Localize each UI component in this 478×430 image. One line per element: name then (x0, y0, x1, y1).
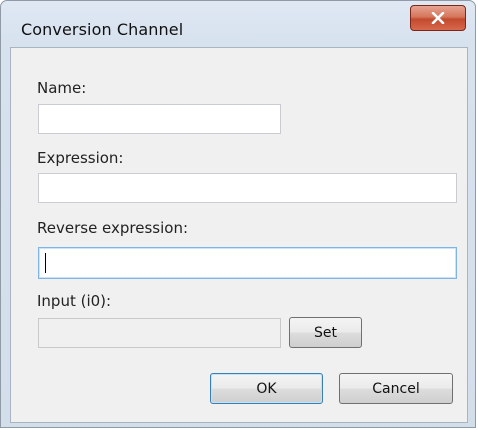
name-input[interactable] (38, 104, 281, 134)
name-label: Name: (37, 79, 87, 97)
expression-label: Expression: (37, 149, 124, 167)
input-label: Input (i0): (37, 292, 112, 310)
dialog-client-area: Name: Expression: Reverse expression: In… (10, 47, 468, 423)
ok-button[interactable]: OK (210, 373, 323, 404)
window-title: Conversion Channel (21, 20, 184, 39)
close-button[interactable] (410, 5, 466, 31)
dialog-window: Conversion Channel Name: Expression: Rev… (0, 0, 476, 428)
text-caret (45, 253, 46, 273)
reverse-expression-label: Reverse expression: (37, 219, 189, 237)
reverse-expression-input[interactable] (38, 247, 457, 279)
expression-input[interactable] (38, 173, 457, 203)
set-button[interactable]: Set (289, 317, 362, 348)
cancel-button[interactable]: Cancel (339, 373, 453, 404)
close-x-icon (431, 9, 445, 28)
input-field (38, 318, 281, 348)
